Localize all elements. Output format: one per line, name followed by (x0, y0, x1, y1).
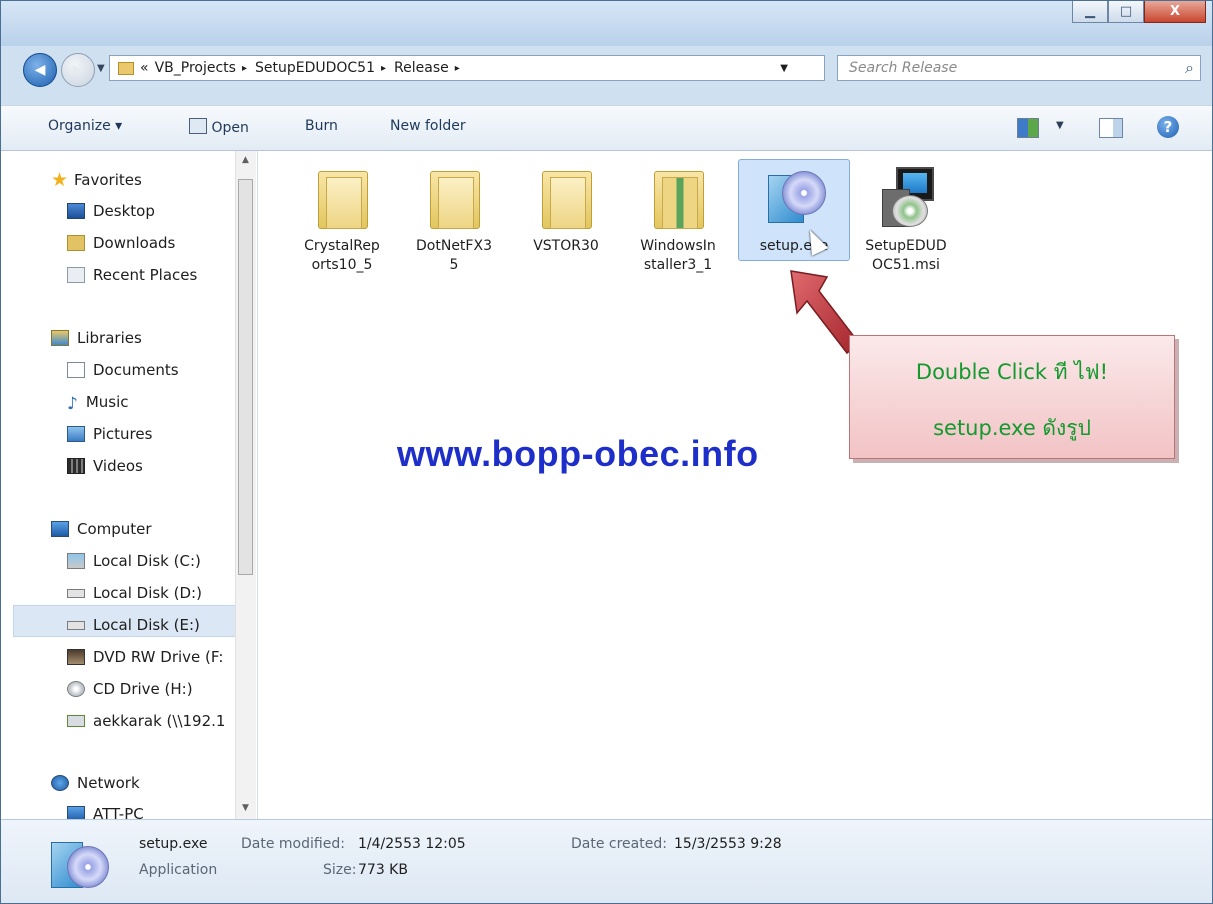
detail-created-value: 15/3/2553 9:28 (674, 836, 782, 852)
detail-size-value: 773 KB (358, 862, 408, 878)
detail-modified-label: Date modified: (241, 836, 345, 852)
detail-modified-value: 1/4/2553 12:05 (358, 836, 466, 852)
callout-line-2: setup.exe ดังรูป (933, 416, 1091, 440)
callout-line-1: Double Click ที ไฟ! (915, 360, 1109, 384)
callout-box: Double Click ที ไฟ! setup.exe ดังรูป (849, 335, 1175, 459)
watermark-text: www.bopp-obec.info (397, 433, 759, 474)
details-pane: setup.exe Application Date modified: 1/4… (1, 819, 1212, 903)
setup-icon (49, 832, 111, 894)
explorer-window: ▁ □ X ◀ ▶ ▼ « VB_Projects ▸ SetupEDUDOC5… (0, 0, 1213, 904)
detail-filename: setup.exe (139, 836, 208, 852)
detail-type: Application (139, 862, 218, 878)
detail-size-label: Size: (323, 862, 357, 878)
detail-created-label: Date created: (571, 836, 667, 852)
